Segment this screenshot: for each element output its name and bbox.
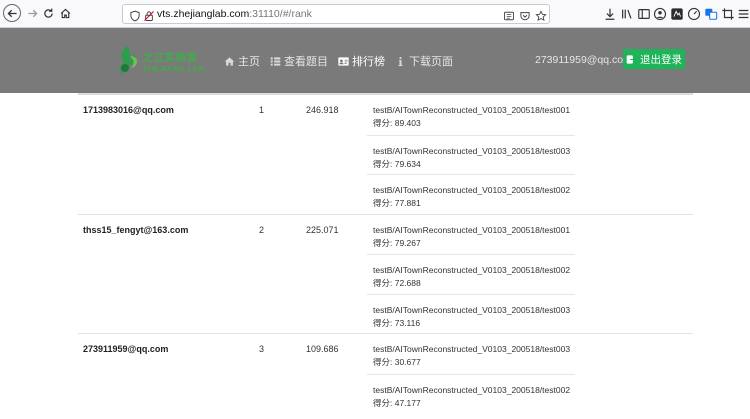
- result-test-name: testB/AITownReconstructed_V0103_200518/t…: [373, 265, 571, 275]
- logo-chinese-name: 之江实验室: [143, 53, 198, 64]
- address-bar[interactable]: vts.zhejianglab.com:31110/#/rank: [122, 4, 550, 24]
- url-path: :31110/#/rank: [249, 8, 312, 20]
- logo-mark-icon: [120, 46, 137, 75]
- rank-total-score: 246.918: [306, 105, 339, 115]
- result-item: testB/AITownReconstructed_V0103_200518/t…: [367, 293, 575, 334]
- bookmark-star-icon[interactable]: [535, 9, 547, 22]
- rank-user-email: 273911959@qq.com: [83, 344, 169, 354]
- result-test-name: testB/AITownReconstructed_V0103_200518/t…: [373, 145, 571, 156]
- logo-text: 之江实验室 ZHEJIANG LAB: [143, 49, 204, 73]
- speed-icon[interactable]: [687, 7, 701, 21]
- rank-position: 2: [259, 224, 265, 235]
- result-test-name: testB/AITownReconstructed_V0103_200518/t…: [373, 344, 571, 354]
- rank-row: thss15_fengyt@163.com 2 225.071 testB/AITow…: [78, 213, 693, 334]
- result-test-name: testB/AITownReconstructed_V0103_200518/t…: [373, 384, 571, 395]
- home-button[interactable]: [56, 4, 74, 22]
- nav-home[interactable]: 主页: [224, 53, 260, 69]
- reload-button[interactable]: [39, 4, 57, 22]
- library-icon[interactable]: [620, 7, 634, 21]
- rank-table: 1713983016@qq.com 1 246.918 testB/AITownRec…: [78, 93, 693, 413]
- rank-total-score: 225.071: [306, 224, 339, 235]
- zhejiang-lab-logo[interactable]: 之江实验室 ZHEJIANG LAB: [116, 41, 204, 81]
- rank-user-email: 1713983016@qq.com: [83, 105, 174, 115]
- result-test-name: testB/AITownReconstructed_V0103_200518/t…: [373, 304, 571, 315]
- result-test-name: testB/AITownReconstructed_V0103_200518/t…: [373, 224, 571, 235]
- result-list: testB/AITownReconstructed_V0103_200518/t…: [367, 334, 575, 413]
- translate-icon[interactable]: [704, 7, 718, 21]
- result-test-score: 得分: 72.688: [373, 278, 421, 288]
- url-text[interactable]: vts.zhejianglab.com:31110/#/rank: [157, 8, 312, 20]
- result-test-score: 得分: 79.634: [373, 158, 421, 169]
- url-host: vts.zhejianglab.com: [157, 8, 250, 20]
- sidebar-icon[interactable]: [637, 7, 651, 21]
- result-item: testB/AITownReconstructed_V0103_200518/t…: [367, 215, 575, 255]
- browser-toolbar: vts.zhejianglab.com:31110/#/rank: [0, 0, 750, 28]
- arrow-left-icon: [7, 9, 17, 17]
- rank-position: 3: [259, 344, 265, 354]
- arrow-right-icon: [27, 9, 37, 17]
- result-item: testB/AITownReconstructed_V0103_200518/t…: [367, 134, 575, 175]
- sign-out-icon: [626, 54, 637, 64]
- nav-problems[interactable]: 查看题目: [270, 53, 328, 69]
- result-test-name: testB/AITownReconstructed_V0103_200518/t…: [373, 185, 571, 195]
- result-item: testB/AITownReconstructed_V0103_200518/t…: [367, 254, 575, 294]
- list-icon: [270, 56, 281, 66]
- insecure-lock-icon[interactable]: [143, 9, 155, 21]
- result-test-name: testB/AITownReconstructed_V0103_200518/t…: [373, 105, 571, 115]
- nav-leaderboard-label: 排行榜: [352, 56, 385, 68]
- nav-home-label: 主页: [238, 56, 260, 68]
- rank-row: 1713983016@qq.com 1 246.918 testB/AITownRec…: [78, 93, 693, 214]
- result-test-score: 得分: 77.881: [373, 198, 421, 208]
- rank-position: 1: [259, 105, 265, 115]
- back-button[interactable]: [3, 4, 21, 22]
- result-test-score: 得分: 89.403: [373, 118, 421, 128]
- result-item: testB/AITownReconstructed_V0103_200518/t…: [367, 373, 575, 414]
- nav-download-label: 下载页面: [409, 56, 453, 68]
- id-card-icon: [338, 56, 349, 66]
- logout-button[interactable]: 退出登录: [623, 49, 685, 69]
- result-list: testB/AITownReconstructed_V0103_200518/t…: [367, 95, 575, 214]
- result-item: testB/AITownReconstructed_V0103_200518/t…: [367, 334, 575, 374]
- nav-download[interactable]: 下载页面: [395, 53, 453, 69]
- logout-label: 退出登录: [640, 53, 682, 66]
- logo-english-name: ZHEJIANG LAB: [143, 64, 205, 73]
- result-test-score: 得分: 79.267: [373, 237, 421, 248]
- home-icon: [224, 56, 235, 66]
- main-nav: 主页 查看题目 排行榜 下载页面: [224, 53, 463, 69]
- nav-leaderboard[interactable]: 排行榜: [338, 53, 385, 69]
- result-test-score: 得分: 73.116: [373, 317, 421, 328]
- reader-view-icon[interactable]: [503, 9, 515, 21]
- rank-total-score: 109.686: [306, 344, 339, 354]
- downloads-icon[interactable]: [603, 7, 617, 21]
- site-header: 之江实验室 ZHEJIANG LAB 主页 查看题目 排行榜 下载页面 2739…: [0, 28, 750, 93]
- current-user-email: 273911959@qq.com: [535, 54, 632, 66]
- account-icon[interactable]: [653, 7, 667, 21]
- pocket-icon[interactable]: [519, 9, 531, 21]
- result-test-score: 得分: 30.677: [373, 357, 421, 367]
- home-icon: [60, 8, 70, 18]
- rank-row: 273911959@qq.com 3 109.686 testB/AITownReco…: [78, 333, 693, 413]
- result-list: testB/AITownReconstructed_V0103_200518/t…: [367, 215, 575, 334]
- result-item: testB/AITownReconstructed_V0103_200518/t…: [367, 174, 575, 214]
- menu-icon[interactable]: [737, 7, 750, 21]
- crop-icon[interactable]: [721, 7, 735, 21]
- result-item: testB/AITownReconstructed_V0103_200518/t…: [367, 95, 575, 135]
- info-icon: [398, 56, 403, 66]
- result-test-score: 得分: 47.177: [373, 397, 421, 408]
- extension-icon[interactable]: [670, 7, 684, 21]
- rank-user-email: thss15_fengyt@163.com: [83, 224, 189, 235]
- reload-icon: [43, 8, 53, 18]
- nav-problems-label: 查看题目: [284, 56, 328, 68]
- shield-icon[interactable]: [129, 9, 141, 22]
